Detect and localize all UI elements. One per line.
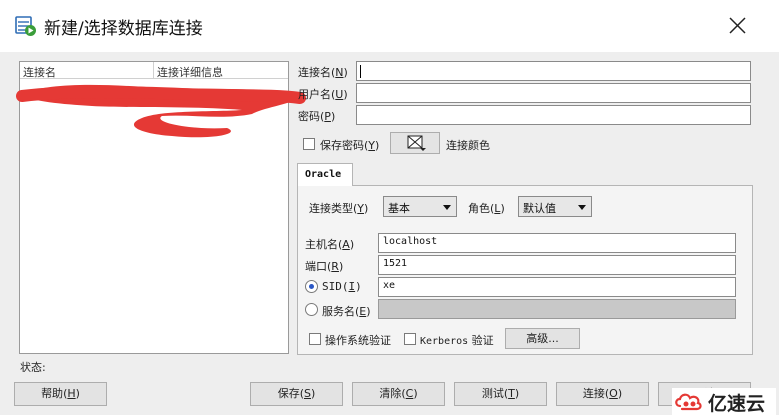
watermark-text: 亿速云 xyxy=(708,393,766,415)
service-name-input[interactable] xyxy=(378,299,736,319)
chevron-down-icon xyxy=(578,205,586,210)
connection-list-header: 连接名 连接详细信息 xyxy=(20,62,288,79)
os-auth-checkbox[interactable] xyxy=(309,333,321,345)
port-input[interactable]: 1521 xyxy=(378,255,736,275)
username-label: 用户名(U) xyxy=(298,88,348,101)
kerberos-checkbox[interactable] xyxy=(404,333,416,345)
save-password-label: 保存密码(Y) xyxy=(320,139,380,152)
test-button[interactable]: 测试(T) xyxy=(454,382,547,406)
service-name-label: 服务名(E) xyxy=(322,305,371,318)
watermark: 亿速云 xyxy=(672,388,776,415)
advanced-button[interactable]: 高级... xyxy=(505,328,580,349)
connection-list[interactable]: 连接名 连接详细信息 xyxy=(16,61,306,354)
text-cursor xyxy=(360,65,361,78)
clear-button[interactable]: 清除(C) xyxy=(352,382,445,406)
password-label: 密码(P) xyxy=(298,110,336,123)
connection-name-label: 连接名(N) xyxy=(298,66,348,79)
title-bar: 新建/选择数据库连接 xyxy=(0,0,779,52)
hostname-input[interactable]: localhost xyxy=(378,233,736,253)
username-input[interactable] xyxy=(356,83,751,103)
connection-type-label: 连接类型(Y) xyxy=(309,202,369,215)
connection-type-select[interactable]: 基本 xyxy=(383,196,457,217)
sid-label: SID(I) xyxy=(322,280,362,293)
os-auth-label: 操作系统验证 xyxy=(325,334,391,347)
hostname-label: 主机名(A) xyxy=(305,238,355,251)
cloud-logo-icon xyxy=(675,393,702,411)
redaction-scribble xyxy=(16,84,306,138)
status-label: 状态: xyxy=(20,361,46,374)
column-divider[interactable] xyxy=(153,62,154,79)
connection-color-label: 连接颜色 xyxy=(446,139,490,152)
connection-name-input[interactable] xyxy=(356,61,751,81)
dialog-body: 连接名 连接详细信息 状态: 连接名(N) 用户名(U) 密码(P) 保存密码(… xyxy=(0,52,779,415)
no-color-icon xyxy=(407,135,426,151)
connect-button[interactable]: 连接(O) xyxy=(556,382,649,406)
chevron-down-icon xyxy=(443,205,451,210)
sid-radio[interactable] xyxy=(305,280,318,293)
database-connection-icon xyxy=(15,16,36,36)
role-select[interactable]: 默认值 xyxy=(518,196,592,217)
column-header-details[interactable]: 连接详细信息 xyxy=(157,64,223,80)
save-button[interactable]: 保存(S) xyxy=(250,382,343,406)
close-icon[interactable] xyxy=(720,10,754,40)
window-title: 新建/选择数据库连接 xyxy=(44,19,203,39)
sid-input[interactable]: xe xyxy=(378,277,736,297)
service-name-radio[interactable] xyxy=(305,303,318,316)
connection-color-button[interactable] xyxy=(390,132,440,154)
port-label: 端口(R) xyxy=(305,260,344,273)
column-header-name[interactable]: 连接名 xyxy=(23,64,56,80)
help-button[interactable]: 帮助(H) xyxy=(14,382,107,406)
password-input[interactable] xyxy=(356,105,751,125)
tab-oracle[interactable]: Oracle xyxy=(297,163,353,186)
save-password-checkbox[interactable] xyxy=(303,138,315,150)
role-label: 角色(L) xyxy=(468,202,505,215)
kerberos-label: Kerberos 验证 xyxy=(420,334,494,347)
